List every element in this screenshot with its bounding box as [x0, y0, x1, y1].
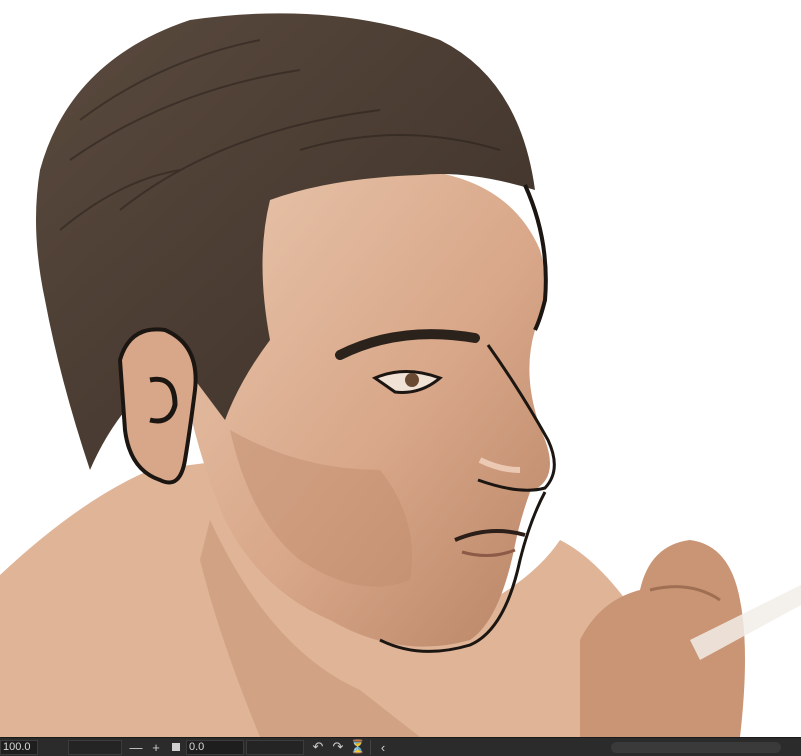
rotate-right-icon: ↷: [332, 739, 344, 754]
drawing-canvas[interactable]: [0, 0, 801, 737]
rotate-left-icon: ↶: [312, 739, 324, 754]
horizontal-scrollbar[interactable]: [611, 741, 781, 753]
zoom-out-button[interactable]: —: [126, 739, 146, 756]
plus-icon: +: [152, 739, 160, 755]
status-bar: 100.0 — + 0.0 ↶ ↷ ⏳ ‹: [0, 737, 801, 756]
minus-icon: —: [129, 739, 143, 755]
divider: [370, 739, 371, 755]
chevron-left-icon: ‹: [380, 739, 386, 755]
reset-rotation-button[interactable]: ⏳: [348, 739, 368, 756]
square-icon: [172, 743, 180, 751]
reset-rotation-icon: ⏳: [349, 739, 367, 754]
rotation-field[interactable]: 0.0: [186, 739, 244, 755]
zoom-slider[interactable]: [68, 739, 122, 755]
rotate-left-button[interactable]: ↶: [308, 739, 328, 756]
fit-button[interactable]: [166, 739, 186, 756]
collapse-button[interactable]: ‹: [373, 739, 393, 756]
zoom-field[interactable]: 100.0: [0, 739, 38, 755]
rotate-right-button[interactable]: ↷: [328, 739, 348, 756]
portrait-artwork: [0, 0, 801, 737]
zoom-in-button[interactable]: +: [146, 739, 166, 756]
rotation-slider[interactable]: [246, 739, 304, 755]
